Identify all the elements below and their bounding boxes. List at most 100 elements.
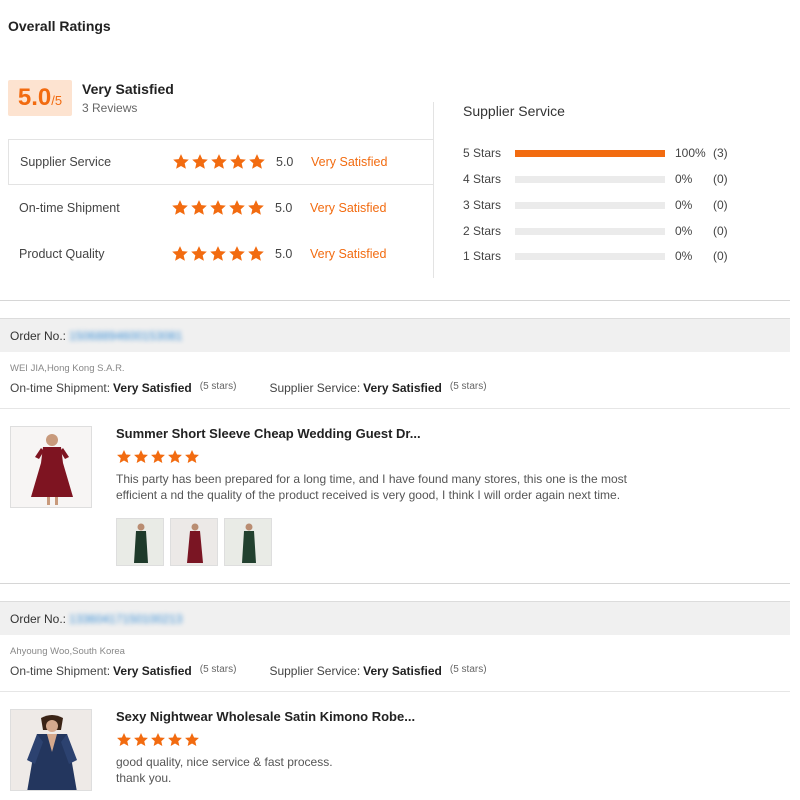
buyer-info: WEI JIA,Hong Kong S.A.R. bbox=[10, 363, 125, 374]
service-value: Very Satisfied bbox=[363, 664, 442, 678]
star-bar-track bbox=[515, 149, 665, 157]
star-bar-count: (3) bbox=[713, 146, 728, 160]
review-photos bbox=[116, 518, 272, 566]
metric-stars bbox=[172, 153, 276, 171]
metric-value: 5.0 bbox=[275, 247, 293, 261]
star-icon bbox=[116, 732, 132, 748]
star-icon bbox=[184, 732, 200, 748]
metric-row-on-time-shipment: On-time Shipment 5.0 Very Satisfied bbox=[8, 185, 434, 231]
breakdown-title: Supplier Service bbox=[463, 103, 565, 119]
star-bar-track bbox=[515, 252, 665, 260]
star-bar-percent: 0% bbox=[675, 249, 693, 263]
order-number[interactable]: 13360417150100213 bbox=[69, 612, 182, 626]
star-bar-label: 2 Stars bbox=[463, 224, 502, 238]
star-bar-track bbox=[515, 201, 665, 209]
product-thumbnail[interactable] bbox=[10, 426, 92, 508]
order-label: Order No.: bbox=[10, 611, 67, 626]
review-photo[interactable] bbox=[170, 518, 218, 566]
order-header: Order No.: 15068894600153081 bbox=[0, 318, 790, 352]
metric-name: On-time Shipment bbox=[19, 201, 120, 215]
metric-name: Product Quality bbox=[19, 247, 105, 261]
star-bar-percent: 0% bbox=[675, 224, 693, 238]
metric-stars bbox=[171, 199, 275, 217]
star-bar-track bbox=[515, 175, 665, 183]
order-label: Order No.: bbox=[10, 328, 67, 343]
star-icon bbox=[210, 153, 228, 171]
star-bar-label: 3 Stars bbox=[463, 198, 502, 212]
metric-row-supplier-service: Supplier Service 5.0 Very Satisfied bbox=[8, 139, 434, 185]
star-bar-label: 5 Stars bbox=[463, 146, 502, 160]
star-icon bbox=[150, 732, 166, 748]
metric-text: Very Satisfied bbox=[310, 201, 387, 215]
star-bar-count: (0) bbox=[713, 224, 728, 238]
star-bar-row: 4 Stars 0% (0) bbox=[463, 170, 728, 188]
star-icon bbox=[247, 199, 265, 217]
review-count: 3 Reviews bbox=[82, 101, 138, 115]
page-title: Overall Ratings bbox=[8, 18, 111, 34]
metric-text: Very Satisfied bbox=[311, 155, 388, 169]
review-stars bbox=[116, 449, 201, 465]
review-stars bbox=[116, 732, 201, 748]
star-bar-percent: 0% bbox=[675, 172, 693, 186]
review-photo[interactable] bbox=[116, 518, 164, 566]
shipment-stars: (5 stars) bbox=[199, 381, 237, 392]
star-bar-count: (0) bbox=[713, 198, 728, 212]
star-icon bbox=[167, 449, 183, 465]
service-stars: (5 stars) bbox=[449, 664, 487, 675]
star-icon bbox=[184, 449, 200, 465]
star-bar-track bbox=[515, 227, 665, 235]
divider bbox=[0, 691, 790, 692]
product-thumbnail[interactable] bbox=[10, 709, 92, 791]
metric-row-product-quality: Product Quality 5.0 Very Satisfied bbox=[8, 231, 434, 277]
product-title[interactable]: Sexy Nightwear Wholesale Satin Kimono Ro… bbox=[116, 709, 415, 724]
star-icon bbox=[116, 449, 132, 465]
star-bar-label: 1 Stars bbox=[463, 249, 502, 263]
star-icon bbox=[228, 245, 246, 263]
order-header: Order No.: 13360417150100213 bbox=[0, 601, 790, 635]
star-icon bbox=[150, 449, 166, 465]
review-photo[interactable] bbox=[224, 518, 272, 566]
section-divider bbox=[0, 300, 790, 301]
vertical-divider bbox=[433, 102, 434, 278]
star-icon bbox=[171, 245, 189, 263]
star-bar-fill bbox=[515, 149, 665, 157]
star-bar-row: 3 Stars 0% (0) bbox=[463, 196, 728, 214]
shipment-value: Very Satisfied bbox=[113, 381, 192, 395]
review-ratings-line: On-time Shipment: Very Satisfied (5 star… bbox=[10, 664, 487, 678]
star-icon bbox=[190, 245, 208, 263]
star-icon bbox=[229, 153, 247, 171]
overall-label: Very Satisfied bbox=[82, 81, 174, 97]
review-ratings-line: On-time Shipment: Very Satisfied (5 star… bbox=[10, 381, 487, 395]
star-bar-count: (0) bbox=[713, 249, 728, 263]
overall-score: 5.0 bbox=[17, 84, 52, 111]
star-icon bbox=[191, 153, 209, 171]
shipment-label: On-time Shipment: bbox=[10, 664, 111, 678]
star-bar-row: 1 Stars 0% (0) bbox=[463, 247, 728, 265]
star-icon bbox=[248, 153, 266, 171]
star-icon bbox=[133, 732, 149, 748]
metric-value: 5.0 bbox=[276, 155, 294, 169]
metric-name: Supplier Service bbox=[20, 155, 112, 169]
shipment-value: Very Satisfied bbox=[113, 664, 192, 678]
star-bar-percent: 0% bbox=[675, 198, 693, 212]
star-icon bbox=[172, 153, 190, 171]
star-bar-count: (0) bbox=[713, 172, 728, 186]
review-text: This party has been prepared for a long … bbox=[116, 472, 627, 502]
product-title[interactable]: Summer Short Sleeve Cheap Wedding Guest … bbox=[116, 426, 421, 441]
buyer-info: Ahyoung Woo,South Korea bbox=[10, 646, 125, 657]
star-icon bbox=[247, 245, 265, 263]
metric-stars bbox=[171, 245, 275, 263]
service-stars: (5 stars) bbox=[449, 381, 487, 392]
shipment-stars: (5 stars) bbox=[199, 664, 237, 675]
order-number[interactable]: 15068894600153081 bbox=[69, 329, 182, 343]
star-icon bbox=[228, 199, 246, 217]
metric-text: Very Satisfied bbox=[310, 247, 387, 261]
star-icon bbox=[209, 199, 227, 217]
star-icon bbox=[171, 199, 189, 217]
service-label: Supplier Service: bbox=[269, 381, 361, 395]
divider bbox=[0, 408, 790, 409]
overall-score-badge: 5.0 /5 bbox=[8, 80, 72, 116]
star-bar-percent: 100% bbox=[675, 146, 706, 160]
star-bar-label: 4 Stars bbox=[463, 172, 502, 186]
star-icon bbox=[209, 245, 227, 263]
